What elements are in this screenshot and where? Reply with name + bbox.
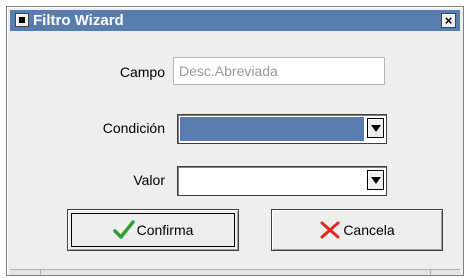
system-menu-icon[interactable] [15,13,29,27]
close-button[interactable]: × [441,13,456,28]
confirm-button[interactable]: Confirma [67,209,239,251]
title-bar[interactable]: Filtro Wizard × [10,10,460,31]
cancel-button-label: Cancela [343,222,395,238]
chevron-down-icon [371,177,381,184]
filter-wizard-dialog: Filtro Wizard × Campo Desc.Abreviada Con… [6,6,464,276]
condicion-label: Condición [102,120,165,136]
status-strip [10,269,460,275]
valor-select[interactable] [177,166,387,196]
valor-label: Valor [133,172,165,188]
system-menu-dot [19,17,25,23]
status-divider [430,270,431,275]
confirm-button-label: Confirma [136,222,194,238]
checkmark-icon [112,220,135,239]
cancel-button[interactable]: Cancela [271,209,443,251]
status-divider [40,270,41,275]
window-title: Filtro Wizard [33,12,124,29]
campo-label: Campo [119,64,165,80]
condicion-dropdown-button[interactable] [367,118,384,138]
close-icon: × [444,13,453,28]
condicion-select[interactable] [177,114,387,144]
valor-dropdown-button[interactable] [367,170,384,190]
condicion-selected-value [180,117,364,141]
chevron-down-icon [371,125,381,132]
valor-selected-value [180,169,364,193]
campo-field[interactable]: Desc.Abreviada [173,57,385,85]
x-mark-icon [320,221,340,239]
